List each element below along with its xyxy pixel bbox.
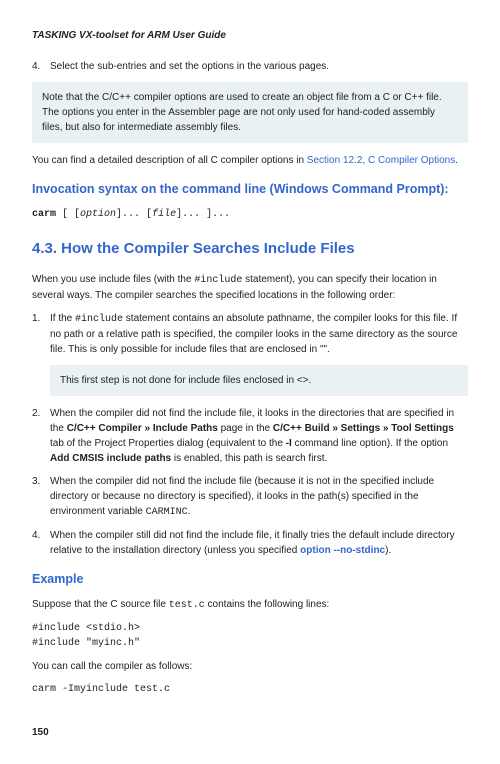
text: ). [385, 545, 391, 556]
text: contains the following lines: [205, 599, 330, 610]
item-number: 2. [32, 406, 50, 466]
heading-section-4-3: 4.3. How the Compiler Searches Include F… [32, 238, 468, 261]
para-intro: When you use include files (with the #in… [32, 272, 468, 303]
text: command line option). If the option [292, 438, 448, 449]
item-text: When the compiler did not find the inclu… [50, 474, 468, 520]
inline-code: #include [194, 275, 242, 286]
option-label: Add CMSIS include paths [50, 453, 171, 464]
code-invocation: carm [ [option]... [file]... ]... [32, 207, 468, 222]
placeholder-option: option [80, 209, 116, 220]
step-4: 4. Select the sub-entries and set the op… [32, 59, 468, 74]
heading-invocation-syntax: Invocation syntax on the command line (W… [32, 180, 468, 199]
text: . [188, 506, 191, 517]
para-example-intro: Suppose that the C source file test.c co… [32, 597, 468, 613]
item-text: When the compiler did not find the inclu… [50, 406, 468, 466]
inline-code: CARMINC [146, 507, 188, 518]
text: When the compiler still did not find the… [50, 530, 455, 556]
text: page in the [218, 423, 273, 434]
note-first-step: This first step is not done for include … [50, 365, 468, 396]
item-number: 1. [32, 311, 50, 357]
list-item-2: 2. When the compiler did not find the in… [32, 406, 468, 466]
text: When the compiler did not find the inclu… [50, 476, 434, 517]
ui-path: C/C++ Compiler » Include Paths [67, 423, 218, 434]
para-call-compiler: You can call the compiler as follows: [32, 659, 468, 674]
page-number: 150 [32, 725, 468, 740]
text: ]... [ [116, 209, 152, 220]
step-text: Select the sub-entries and set the optio… [50, 59, 468, 74]
ui-path: C/C++ Build » Settings » Tool Settings [273, 423, 454, 434]
text: . [455, 155, 458, 166]
code-include-example: #include <stdio.h> #include "myinc.h" [32, 621, 468, 651]
heading-example: Example [32, 570, 468, 589]
placeholder-file: file [152, 209, 176, 220]
text: If the [50, 313, 75, 324]
note-compiler-options: Note that the C/C++ compiler options are… [32, 82, 468, 143]
text: You can find a detailed description of a… [32, 155, 307, 166]
link-option-no-stdinc[interactable]: option --no-stdinc [300, 545, 385, 556]
inline-code: test.c [169, 600, 205, 611]
text: When you use include files (with the [32, 274, 194, 285]
code-carm-call: carm -Imyinclude test.c [32, 682, 468, 697]
text: ]... ]... [176, 209, 230, 220]
list-item-4: 4. When the compiler still did not find … [32, 528, 468, 558]
text: [ [ [56, 209, 80, 220]
para-detailed-desc: You can find a detailed description of a… [32, 153, 468, 168]
item-text: If the #include statement contains an ab… [50, 311, 468, 357]
link-section-12-2[interactable]: Section 12.2, C Compiler Options [307, 155, 455, 166]
item-number: 4. [32, 528, 50, 558]
item-number: 3. [32, 474, 50, 520]
text: is enabled, this path is search first. [171, 453, 327, 464]
cmd-name: carm [32, 209, 56, 220]
item-text: When the compiler still did not find the… [50, 528, 468, 558]
list-item-1: 1. If the #include statement contains an… [32, 311, 468, 357]
inline-code: #include [75, 314, 123, 325]
list-item-3: 3. When the compiler did not find the in… [32, 474, 468, 520]
text: tab of the Project Properties dialog (eq… [50, 438, 286, 449]
step-number: 4. [32, 59, 50, 74]
text: Suppose that the C source file [32, 599, 169, 610]
page-title: TASKING VX-toolset for ARM User Guide [32, 28, 468, 43]
